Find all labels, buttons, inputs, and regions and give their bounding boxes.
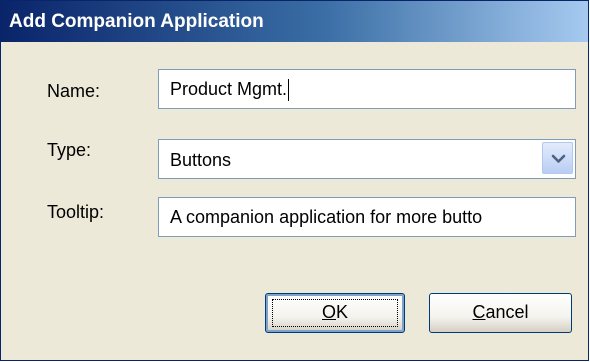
- tooltip-input[interactable]: A companion application for more butto: [158, 197, 576, 237]
- chevron-down-icon: [551, 154, 566, 163]
- tooltip-label: Tooltip:: [47, 202, 105, 222]
- add-companion-application-dialog: Add Companion Application Name: Product …: [0, 0, 589, 361]
- type-select-value: Buttons: [170, 150, 232, 170]
- ok-button[interactable]: OK: [265, 293, 405, 333]
- name-input[interactable]: Product Mgmt.: [158, 69, 576, 109]
- type-label: Type:: [47, 140, 92, 160]
- name-input-value: Product Mgmt.: [170, 79, 288, 99]
- name-label: Name:: [47, 81, 101, 101]
- cancel-button-mnemonic: C: [472, 302, 486, 322]
- type-select[interactable]: Buttons: [158, 139, 576, 179]
- focus-rectangle: [272, 299, 398, 327]
- dialog-title: Add Companion Application: [9, 11, 264, 32]
- cancel-button-label: ancel: [485, 302, 529, 322]
- text-caret: [288, 79, 290, 102]
- cancel-button[interactable]: Cancel: [429, 293, 572, 333]
- type-dropdown-button[interactable]: [542, 142, 573, 174]
- tooltip-input-value: A companion application for more butto: [170, 207, 483, 227]
- title-bar[interactable]: Add Companion Application: [1, 1, 588, 42]
